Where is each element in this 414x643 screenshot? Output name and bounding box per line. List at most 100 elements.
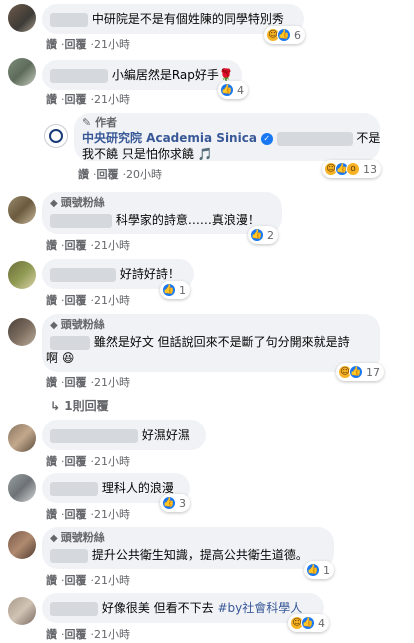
diamond-icon: ◆ (50, 198, 58, 209)
comment-text: 好詩好詩！ (50, 266, 180, 282)
reaction-summary[interactable]: ☺ 👍 4 (288, 614, 329, 632)
comment-actions: 讚 ·回覆 ·21小時 (46, 572, 130, 588)
comment-text: 雖然是好文 但話說回來不是斷了句分開來就是詩 (50, 334, 350, 350)
reaction-summary[interactable]: 👍 1 (160, 281, 190, 299)
like-button[interactable]: 讚 (78, 168, 89, 181)
reaction-count: 4 (237, 83, 244, 97)
redacted-name[interactable] (50, 601, 98, 616)
timestamp[interactable]: 21小時 (94, 628, 130, 641)
reply-button[interactable]: 回覆 (65, 38, 87, 51)
replies-count-label: 1則回覆 (64, 399, 109, 413)
timestamp[interactable]: 21小時 (94, 376, 130, 389)
like-icon: 👍 (250, 228, 264, 242)
badge-label: 頭號粉絲 (60, 196, 105, 209)
timestamp[interactable]: 21小時 (94, 455, 130, 468)
comment-text-line2: 啊 😆 (46, 351, 75, 365)
reply-button[interactable]: 回覆 (65, 628, 87, 641)
comment-actions: 讚 ·回覆 ·21小時 (46, 36, 130, 52)
avatar[interactable] (8, 474, 36, 502)
avatar[interactable] (8, 58, 36, 86)
reaction-count: 1 (323, 563, 330, 577)
comment-body: 雖然是好文 但話說回來不是斷了句分開來就是詩 (93, 335, 350, 349)
comment-body: 中研院是不是有個姓陳的同學特別秀 (91, 12, 284, 26)
comment-text: 理科人的浪漫 (50, 480, 174, 496)
redacted-name[interactable] (276, 131, 353, 146)
reply-button[interactable]: 回覆 (65, 376, 87, 389)
diamond-icon: ◆ (50, 533, 58, 544)
comment-body: 小編居然是Rap好手🌹 (111, 68, 234, 82)
academia-logo-icon (49, 129, 63, 143)
like-icon: 👍 (306, 563, 320, 577)
reaction-summary[interactable]: 👍 3 (160, 494, 190, 512)
like-icon: 👍 (162, 283, 176, 297)
author-tag-label: 作者 (95, 116, 118, 129)
reaction-summary[interactable]: ☺ 👍 6 (264, 26, 305, 44)
comment-body: 科學家的詩意……真浪漫！ (115, 213, 260, 227)
comment-body: 理科人的浪漫 (101, 481, 174, 495)
avatar[interactable] (8, 4, 36, 32)
avatar[interactable] (8, 531, 36, 559)
redacted-name[interactable] (50, 335, 90, 350)
redacted-name[interactable] (50, 12, 88, 27)
reaction-count: 17 (366, 365, 380, 379)
wow-icon: o (346, 162, 360, 176)
reaction-summary[interactable]: 👍 2 (248, 226, 278, 244)
timestamp[interactable]: 21小時 (94, 294, 130, 307)
top-fan-badge: ◆ 頭號粉絲 (50, 316, 105, 332)
avatar[interactable] (8, 424, 36, 452)
reaction-count: 4 (318, 616, 325, 630)
like-button[interactable]: 讚 (46, 574, 57, 587)
redacted-name[interactable] (50, 428, 138, 443)
reply-button[interactable]: 回覆 (65, 508, 87, 521)
like-button[interactable]: 讚 (46, 93, 57, 106)
redacted-name[interactable] (50, 481, 98, 496)
reply-button[interactable]: 回覆 (65, 93, 87, 106)
reaction-summary[interactable]: 👍 1 (304, 561, 334, 579)
like-icon: 👍 (277, 28, 291, 42)
comment-body: 好像很美 但看不下去 (101, 601, 218, 615)
like-button[interactable]: 讚 (46, 239, 57, 252)
avatar[interactable] (8, 196, 36, 224)
pencil-icon: ✎ (82, 116, 92, 129)
comment-text: 好濕好濕 (50, 427, 190, 443)
comment-body: 提升公共衛生知識，提高公共衛生道德。 (91, 548, 308, 562)
comment-actions: 讚 ·回覆 ·21小時 (46, 374, 130, 390)
timestamp[interactable]: 21小時 (94, 93, 130, 106)
like-button[interactable]: 讚 (46, 628, 57, 641)
author-name-link[interactable]: 中央研究院 Academia Sinica (82, 131, 257, 145)
page-avatar[interactable] (44, 124, 68, 148)
reply-button[interactable]: 回覆 (97, 168, 119, 181)
comment-actions: 讚 ·回覆 ·21小時 (46, 626, 130, 642)
avatar[interactable] (8, 318, 36, 346)
timestamp[interactable]: 21小時 (94, 508, 130, 521)
like-button[interactable]: 讚 (46, 455, 57, 468)
reply-button[interactable]: 回覆 (65, 294, 87, 307)
like-button[interactable]: 讚 (46, 508, 57, 521)
timestamp[interactable]: 21小時 (94, 574, 130, 587)
comment-text: 中研院是不是有個姓陳的同學特別秀 (50, 11, 284, 27)
top-fan-badge: ◆ 頭號粉絲 (50, 194, 105, 210)
view-replies-link[interactable]: ↳ 1則回覆 (50, 397, 109, 414)
hashtag-link[interactable]: #by社會科學人 (217, 601, 302, 615)
redacted-name[interactable] (50, 68, 108, 83)
timestamp[interactable]: 21小時 (94, 239, 130, 252)
avatar[interactable] (8, 261, 36, 289)
reaction-summary[interactable]: ☺ 👍 17 (336, 363, 384, 381)
like-button[interactable]: 讚 (46, 38, 57, 51)
avatar[interactable] (8, 597, 36, 625)
redacted-name[interactable] (50, 267, 116, 282)
diamond-icon: ◆ (50, 320, 58, 331)
reaction-summary[interactable]: ☺ 👍 o 13 (322, 160, 381, 178)
like-button[interactable]: 讚 (46, 376, 57, 389)
reply-button[interactable]: 回覆 (65, 455, 87, 468)
comment-actions: 讚 ·回覆 ·21小時 (46, 292, 130, 308)
timestamp[interactable]: 21小時 (94, 38, 130, 51)
reply-button[interactable]: 回覆 (65, 574, 87, 587)
redacted-name[interactable] (50, 548, 88, 563)
reaction-summary[interactable]: 👍 4 (218, 81, 248, 99)
reply-button[interactable]: 回覆 (65, 239, 87, 252)
reaction-count: 3 (179, 496, 186, 510)
timestamp[interactable]: 20小時 (126, 168, 162, 181)
redacted-name[interactable] (50, 213, 112, 228)
like-button[interactable]: 讚 (46, 294, 57, 307)
